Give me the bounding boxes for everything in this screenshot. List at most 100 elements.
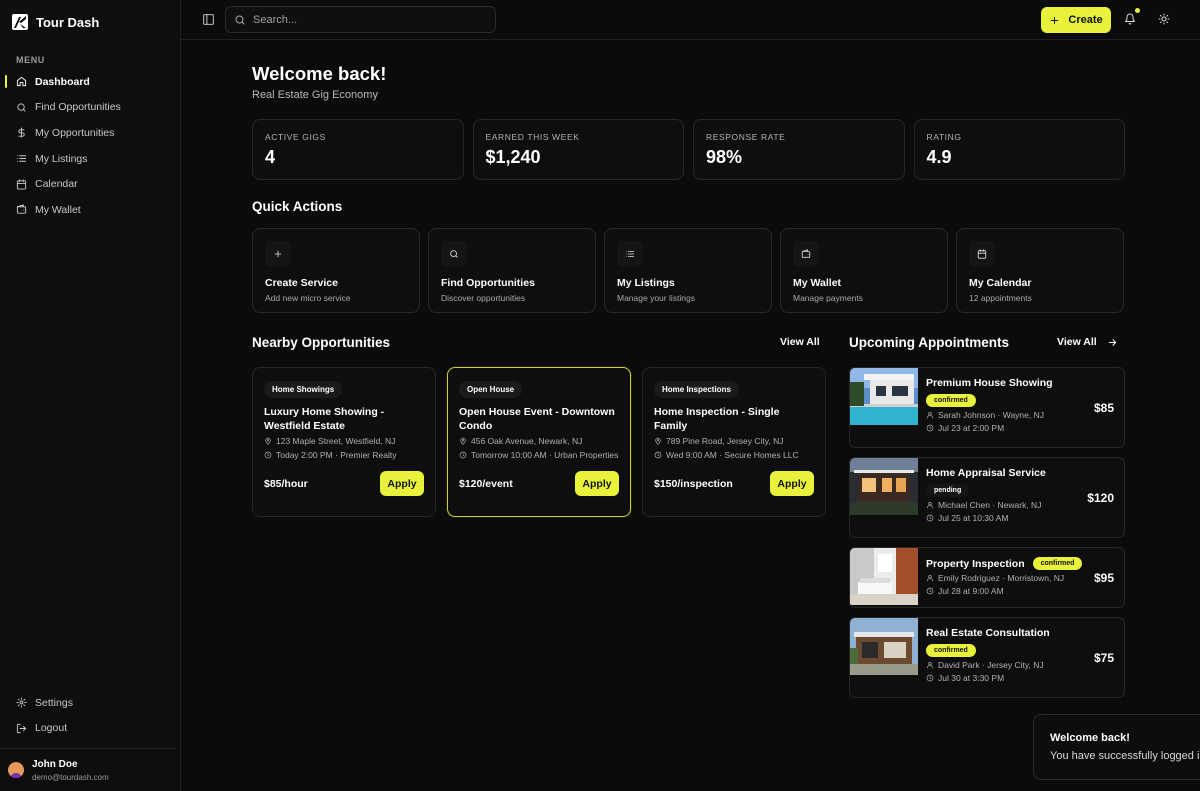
quick-action-my-calendar[interactable]: My Calendar 12 appointments bbox=[956, 228, 1124, 313]
person-text: Emily Rodriguez · Morristown, NJ bbox=[938, 573, 1065, 583]
stats-row: ACTIVE GIGS 4 EARNED THIS WEEK $1,240 RE… bbox=[252, 119, 1125, 180]
user-profile[interactable]: John Doe demo@tourdash.com bbox=[0, 748, 175, 791]
opportunity-card[interactable]: Open House Open House Event - Downtown C… bbox=[447, 367, 631, 517]
quick-action-desc: Add new micro service bbox=[265, 293, 351, 303]
sidebar-item-logout[interactable]: Logout bbox=[0, 716, 181, 742]
quick-action-title: My Wallet bbox=[793, 277, 842, 289]
user-icon bbox=[927, 412, 933, 419]
apply-button[interactable]: Apply bbox=[770, 471, 814, 496]
appointment-title: Premium House Showing bbox=[926, 377, 1124, 389]
appointment-price: $95 bbox=[1093, 571, 1114, 585]
tour-dash-logo-icon bbox=[12, 14, 28, 30]
quick-action-create-service[interactable]: Create Service Add new micro service bbox=[252, 228, 420, 313]
opportunity-card[interactable]: Home Inspections Home Inspection - Singl… bbox=[642, 367, 826, 517]
quick-action-my-listings[interactable]: My Listings Manage your listings bbox=[604, 228, 772, 313]
map-pin-icon bbox=[265, 437, 271, 445]
notifications-button[interactable] bbox=[1124, 8, 1140, 25]
sidebar-item-my-opportunities[interactable]: My Opportunities bbox=[0, 120, 181, 146]
clock-icon bbox=[654, 451, 662, 459]
sidebar-item-label: Settings bbox=[35, 696, 73, 709]
quick-action-find-opportunities[interactable]: Find Opportunities Discover opportunitie… bbox=[428, 228, 596, 313]
quick-action-icon-wrap bbox=[969, 241, 995, 267]
sidebar-toggle-button[interactable] bbox=[202, 13, 215, 26]
sidebar-item-find-opportunities[interactable]: Find Opportunities bbox=[0, 95, 181, 121]
opportunity-price: $150/inspection bbox=[654, 477, 733, 490]
home-icon bbox=[16, 77, 27, 87]
search-icon bbox=[17, 103, 26, 112]
appointment-card[interactable]: Property Inspection confirmed Emily Rodr… bbox=[849, 547, 1125, 608]
stat-value: 98% bbox=[706, 147, 743, 167]
quick-action-my-wallet[interactable]: My Wallet Manage payments bbox=[780, 228, 948, 313]
quick-action-title: My Listings bbox=[617, 277, 675, 289]
view-all-label: View All bbox=[780, 336, 820, 348]
appointment-card[interactable]: Home Appraisal Service pending Michael C… bbox=[849, 457, 1125, 538]
dollar-icon bbox=[18, 127, 25, 139]
appointment-card[interactable]: Real Estate Consultation confirmed David… bbox=[849, 617, 1125, 698]
opportunity-title: Open House Event - Downtown Condo bbox=[459, 406, 615, 432]
opportunity-time: Wed 9:00 AM · Secure Homes LLC bbox=[654, 450, 814, 461]
map-pin-icon bbox=[460, 437, 466, 445]
brand-name: Tour Dash bbox=[36, 14, 100, 30]
brand[interactable]: Tour Dash bbox=[12, 14, 99, 30]
category-badge: Open House bbox=[459, 381, 523, 398]
status-badge: confirmed bbox=[1032, 557, 1083, 570]
time-text: Tomorrow 10:00 AM · Urban Properties bbox=[471, 450, 619, 460]
search-box[interactable] bbox=[225, 6, 496, 33]
appointments-view-all-link[interactable]: View All bbox=[1057, 336, 1118, 348]
opportunity-price: $120/event bbox=[459, 477, 513, 490]
quick-action-icon-wrap bbox=[617, 241, 643, 267]
status-badge: confirmed bbox=[926, 394, 976, 407]
appointment-price: $85 bbox=[1093, 401, 1114, 415]
logout-icon bbox=[16, 723, 27, 733]
appointment-time: Jul 23 at 2:00 PM bbox=[926, 423, 1124, 433]
calendar-icon bbox=[977, 249, 987, 259]
welcome-toast[interactable]: Welcome back! You have successfully logg… bbox=[1033, 714, 1200, 780]
sidebar-item-settings[interactable]: Settings bbox=[0, 690, 181, 716]
appointment-title: Real Estate Consultation bbox=[926, 627, 1124, 639]
plus-icon bbox=[274, 250, 282, 258]
search-icon bbox=[450, 250, 458, 258]
appointment-price: $75 bbox=[1093, 651, 1114, 665]
appointment-title-text: Premium House Showing bbox=[926, 377, 1053, 389]
sidebar-item-dashboard[interactable]: Dashboard bbox=[0, 69, 181, 95]
property-photo bbox=[850, 548, 918, 605]
arrow-right-icon bbox=[1108, 338, 1116, 346]
search-input[interactable] bbox=[253, 13, 473, 26]
user-icon bbox=[927, 502, 933, 509]
theme-toggle-button[interactable] bbox=[1158, 13, 1170, 25]
sidebar-item-my-wallet[interactable]: My Wallet bbox=[0, 197, 181, 223]
apply-button[interactable]: Apply bbox=[575, 471, 619, 496]
appointment-card[interactable]: Premium House Showing confirmed Sarah Jo… bbox=[849, 367, 1125, 448]
opportunity-address: 456 Oak Avenue, Newark, NJ bbox=[459, 436, 619, 447]
sidebar-bottom-nav: Settings Logout bbox=[0, 690, 181, 741]
quick-action-icon-wrap bbox=[265, 241, 291, 267]
sidebar-item-my-listings[interactable]: My Listings bbox=[0, 146, 181, 172]
status-badge: confirmed bbox=[926, 644, 976, 657]
create-button[interactable]: Create bbox=[1041, 7, 1111, 33]
sidebar-nav: Dashboard Find Opportunities My Opportun… bbox=[0, 69, 181, 223]
person-text: David Park · Jersey City, NJ bbox=[938, 660, 1044, 670]
user-icon bbox=[927, 575, 933, 582]
stat-label: RESPONSE RATE bbox=[706, 132, 786, 142]
stat-value: 4.9 bbox=[926, 147, 952, 167]
user-email: demo@tourdash.com bbox=[32, 772, 109, 782]
quick-action-desc: Manage your listings bbox=[617, 293, 695, 303]
appointment-title-text: Real Estate Consultation bbox=[926, 627, 1050, 639]
appointment-price: $120 bbox=[1087, 491, 1114, 505]
sidebar-item-calendar[interactable]: Calendar bbox=[0, 171, 181, 197]
quick-actions: Create Service Add new micro service Fin… bbox=[252, 228, 1125, 313]
opportunity-time: Today 2:00 PM · Premier Realty bbox=[264, 450, 424, 461]
list-icon bbox=[625, 251, 635, 257]
sidebar-toggle-icon bbox=[203, 14, 214, 25]
opportunity-price: $85/hour bbox=[264, 477, 308, 490]
avatar bbox=[8, 762, 24, 778]
stat-card-rating: RATING 4.9 bbox=[913, 119, 1125, 180]
apply-button[interactable]: Apply bbox=[380, 471, 424, 496]
time-text: Jul 25 at 10:30 AM bbox=[938, 513, 1009, 523]
map-pin-icon bbox=[655, 437, 661, 445]
nearby-view-all-link[interactable]: View All bbox=[780, 336, 820, 348]
time-text: Jul 23 at 2:00 PM bbox=[938, 423, 1005, 433]
appointment-time: Jul 30 at 3:30 PM bbox=[926, 673, 1124, 683]
toast-title: Welcome back! bbox=[1050, 732, 1130, 744]
opportunity-card[interactable]: Home Showings Luxury Home Showing - West… bbox=[252, 367, 436, 517]
